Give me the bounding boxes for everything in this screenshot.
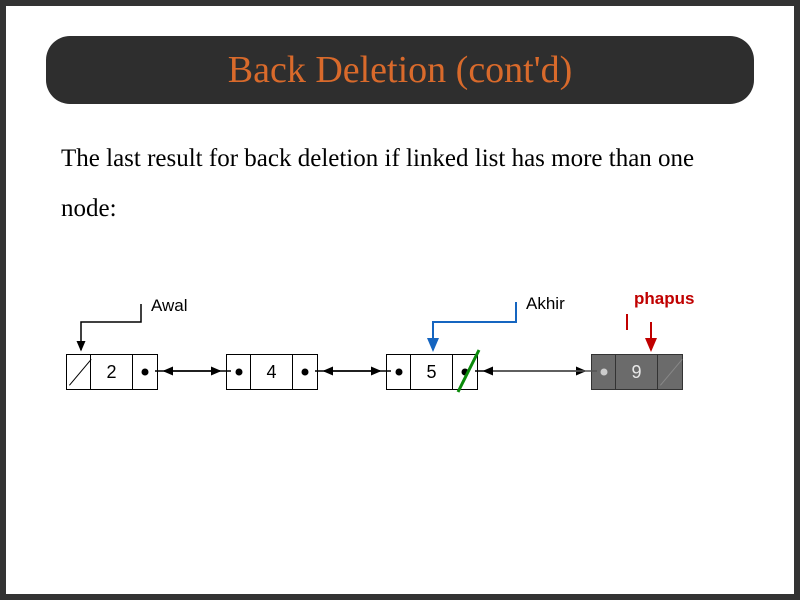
slide: Back Deletion (cont'd) The last result f… — [0, 0, 800, 600]
body-text: The last result for back deletion if lin… — [61, 134, 739, 234]
linked-list-diagram: Awal Akhir phapus 2 4 5 9 — [61, 336, 761, 456]
label-akhir: Akhir — [526, 294, 565, 314]
slide-title: Back Deletion (cont'd) — [228, 49, 573, 91]
arrows — [61, 336, 761, 456]
title-bar: Back Deletion (cont'd) — [46, 36, 754, 104]
label-awal: Awal — [151, 296, 188, 316]
label-phapus: phapus — [634, 289, 694, 309]
